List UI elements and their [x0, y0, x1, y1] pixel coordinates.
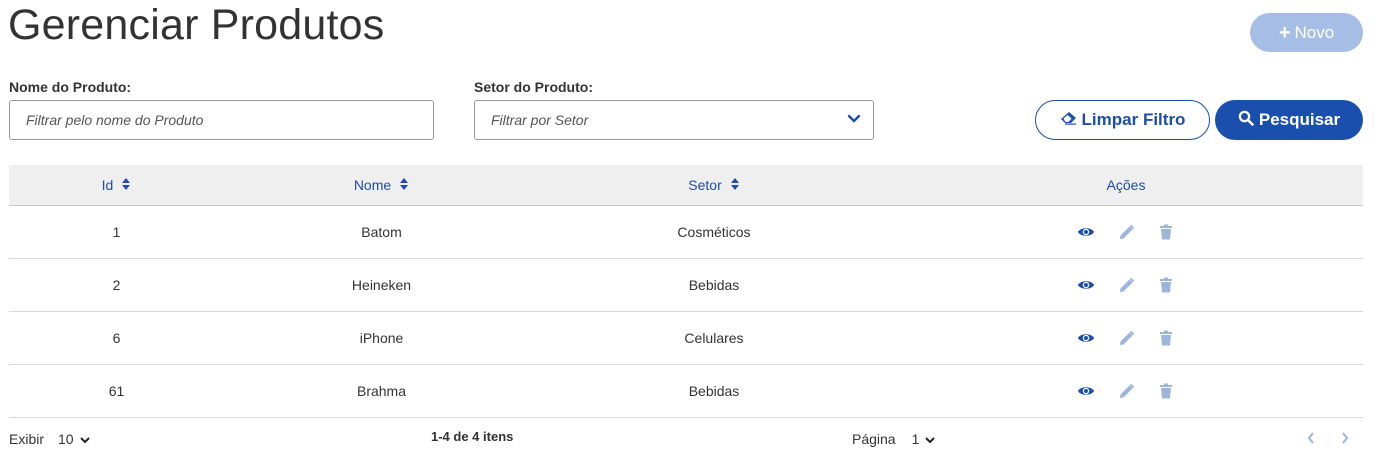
- cell-id: 1: [112, 224, 121, 240]
- table-footer: Exibir 10 1-4 de 4 itens Página 1: [9, 426, 1363, 450]
- row-actions: [889, 276, 1363, 294]
- sort-icon: [730, 177, 740, 194]
- delete-trash-icon[interactable]: [1157, 223, 1175, 241]
- view-eye-icon[interactable]: [1077, 382, 1095, 400]
- cell-id: 61: [108, 383, 125, 399]
- eraser-icon: [1060, 110, 1077, 130]
- product-sector-label: Setor do Produto:: [474, 79, 593, 95]
- chevron-left-icon[interactable]: [1307, 431, 1315, 447]
- page-size-control: Exibir 10: [9, 431, 90, 447]
- chevron-down-icon: [79, 431, 90, 447]
- edit-pencil-icon[interactable]: [1117, 329, 1135, 347]
- cell-nome: Batom: [361, 224, 402, 240]
- delete-trash-icon[interactable]: [1157, 329, 1175, 347]
- page-label: Página: [852, 431, 896, 447]
- column-header-setor[interactable]: Setor: [539, 177, 889, 194]
- new-product-button[interactable]: + Novo: [1250, 13, 1363, 52]
- product-name-label: Nome do Produto:: [9, 79, 132, 95]
- new-button-label: Novo: [1294, 22, 1335, 42]
- table-row: 1 Batom Cosméticos: [9, 206, 1363, 259]
- pager: [1307, 431, 1349, 447]
- table-row: 61 Brahma Bebidas: [9, 365, 1363, 418]
- product-name-input[interactable]: [9, 100, 434, 140]
- cell-id: 2: [112, 277, 121, 293]
- cell-id: 6: [112, 330, 121, 346]
- sector-select[interactable]: Filtrar por Setor: [474, 100, 874, 140]
- view-eye-icon[interactable]: [1077, 276, 1095, 294]
- cell-nome: iPhone: [359, 330, 404, 346]
- table-row: 6 iPhone Celulares: [9, 312, 1363, 365]
- column-header-nome[interactable]: Nome: [224, 177, 539, 194]
- chevron-down-icon: [925, 431, 936, 447]
- cell-nome: Heineken: [351, 277, 412, 293]
- view-eye-icon[interactable]: [1077, 329, 1095, 347]
- page-select[interactable]: 1: [912, 431, 936, 447]
- cell-setor: Bebidas: [688, 277, 740, 293]
- cell-setor: Bebidas: [688, 383, 740, 399]
- cell-setor: Cosméticos: [677, 224, 751, 240]
- clear-filter-button[interactable]: Limpar Filtro: [1035, 100, 1210, 140]
- delete-trash-icon[interactable]: [1157, 382, 1175, 400]
- table-row: 2 Heineken Bebidas: [9, 259, 1363, 312]
- cell-nome: Brahma: [356, 383, 407, 399]
- column-header-acoes: Ações: [1106, 177, 1146, 193]
- sort-icon: [399, 177, 409, 194]
- items-range-text: 1-4 de 4 itens: [431, 429, 514, 444]
- page-title: Gerenciar Produtos: [8, 1, 385, 49]
- chevron-down-icon: [847, 112, 861, 129]
- page-size-label: Exibir: [9, 431, 45, 447]
- column-header-id[interactable]: Id: [9, 177, 224, 194]
- row-actions: [889, 329, 1363, 347]
- plus-icon: +: [1278, 21, 1291, 44]
- edit-pencil-icon[interactable]: [1117, 276, 1135, 294]
- row-actions: [889, 382, 1363, 400]
- search-button[interactable]: Pesquisar: [1215, 100, 1363, 140]
- view-eye-icon[interactable]: [1077, 223, 1095, 241]
- page-control: Página 1: [852, 431, 936, 447]
- row-actions: [889, 223, 1363, 241]
- sort-icon: [121, 177, 131, 194]
- products-table: Id Nome Setor Ações 1 Batom Cosméticos 2…: [9, 165, 1363, 418]
- page-size-select[interactable]: 10: [58, 431, 90, 447]
- cell-setor: Celulares: [684, 330, 744, 346]
- search-button-label: Pesquisar: [1258, 110, 1341, 129]
- clear-filter-label: Limpar Filtro: [1081, 110, 1186, 129]
- sector-select-placeholder: Filtrar por Setor: [491, 112, 589, 128]
- edit-pencil-icon[interactable]: [1117, 382, 1135, 400]
- edit-pencil-icon[interactable]: [1117, 223, 1135, 241]
- search-icon: [1238, 110, 1254, 131]
- chevron-right-icon[interactable]: [1341, 431, 1349, 447]
- table-header: Id Nome Setor Ações: [9, 165, 1363, 206]
- delete-trash-icon[interactable]: [1157, 276, 1175, 294]
